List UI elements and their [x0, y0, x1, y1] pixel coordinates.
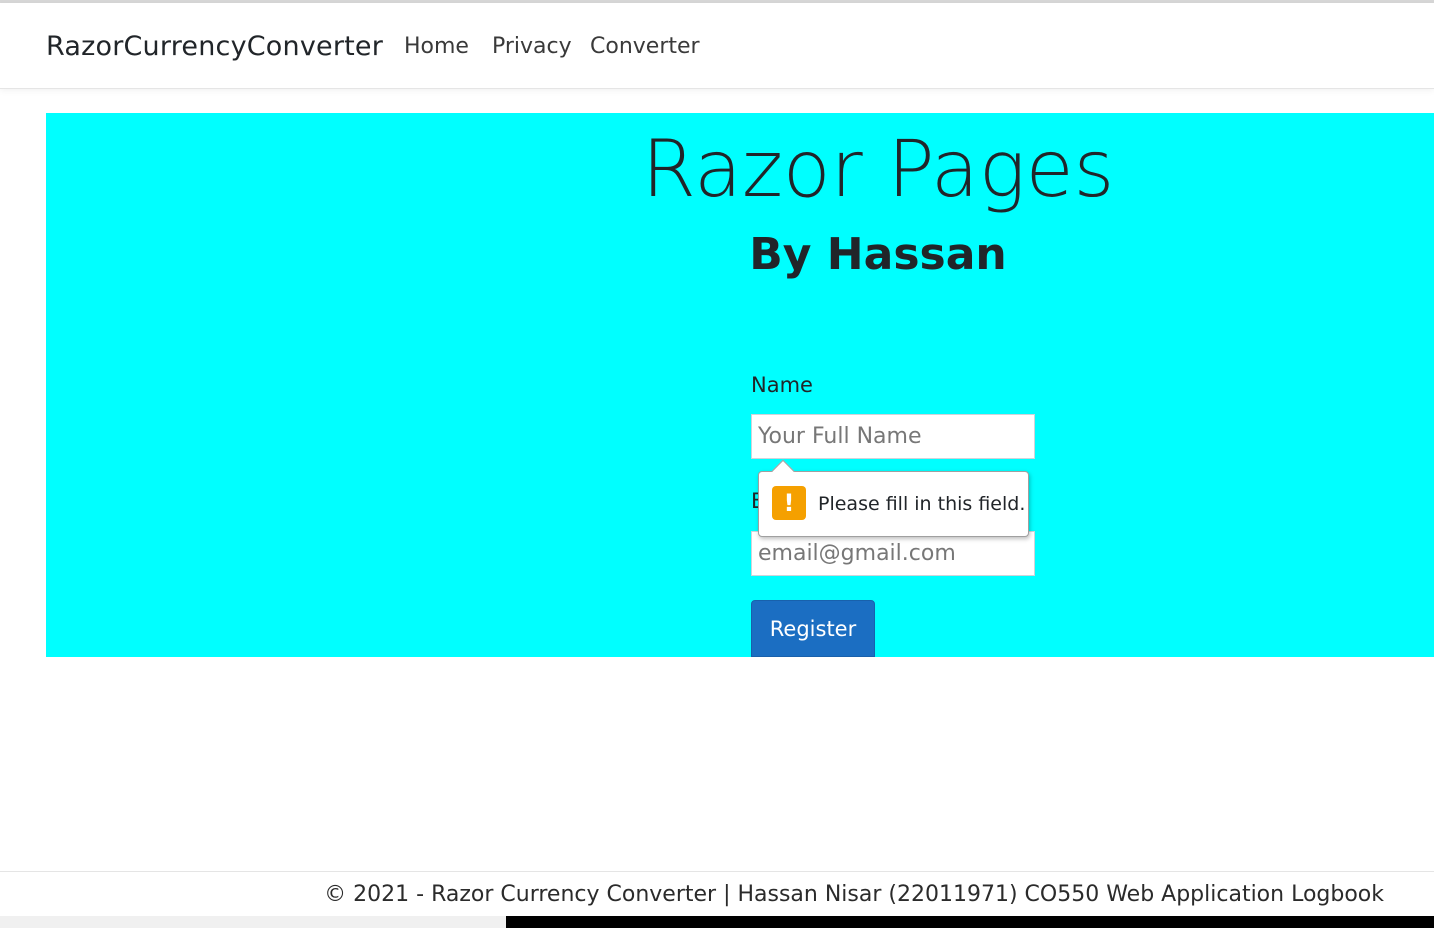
register-button[interactable]: Register: [751, 600, 875, 657]
nav-link-privacy[interactable]: Privacy: [492, 34, 572, 59]
nav-link-converter[interactable]: Converter: [590, 34, 700, 59]
name-input[interactable]: [751, 414, 1035, 459]
footer: © 2021 - Razor Currency Converter | Hass…: [0, 871, 1434, 916]
nav-link-home[interactable]: Home: [404, 34, 469, 59]
hero-section: Razor Pages By Hassan Name E Register ! …: [46, 113, 1434, 657]
email-input[interactable]: [751, 531, 1035, 576]
page-title: Razor Pages: [641, 125, 1115, 215]
navbar: RazorCurrencyConverter Home Privacy Conv…: [0, 3, 1434, 89]
warning-exclamation-icon: !: [772, 486, 806, 520]
validation-message: Please fill in this field.: [818, 493, 1026, 515]
footer-text: © 2021 - Razor Currency Converter | Hass…: [324, 882, 1384, 907]
name-label: Name: [751, 373, 813, 397]
bottom-edge-dark: [506, 916, 1434, 928]
bottom-edge-light: [0, 916, 506, 928]
brand-link[interactable]: RazorCurrencyConverter: [46, 31, 383, 62]
page-subtitle: By Hassan: [749, 229, 1007, 280]
validation-tooltip: ! Please fill in this field.: [758, 459, 1029, 537]
tooltip-arrow: [771, 459, 795, 483]
